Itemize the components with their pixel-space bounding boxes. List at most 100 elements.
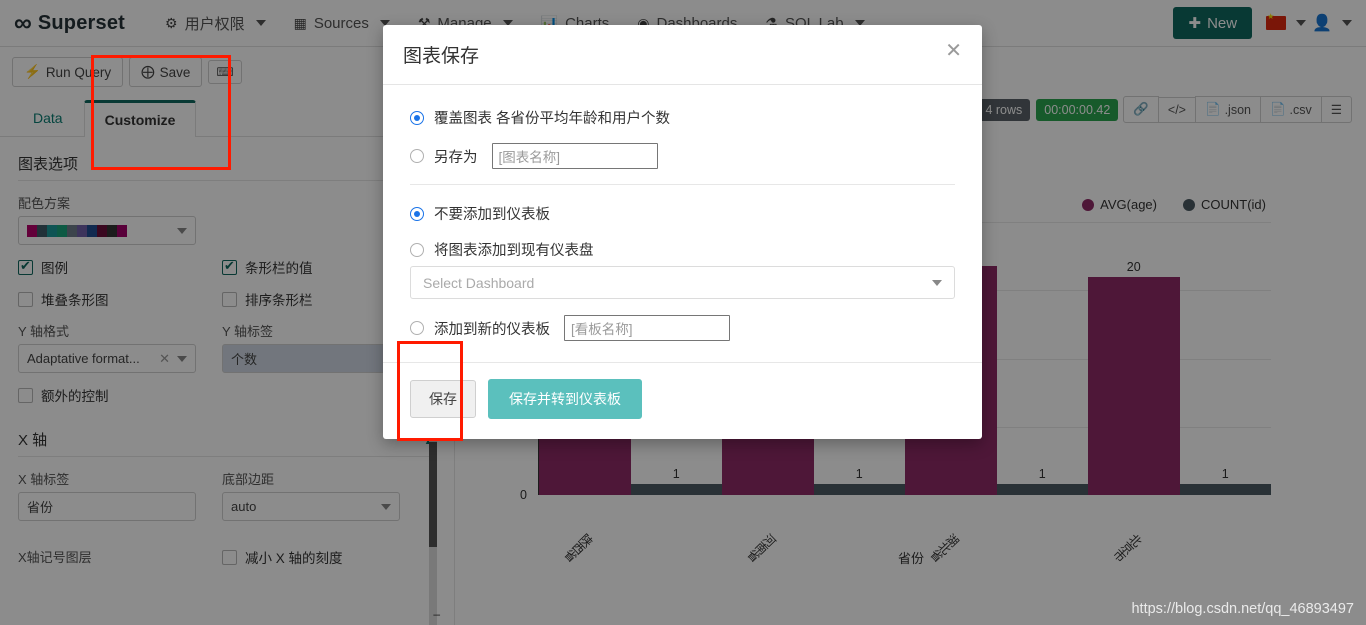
x-tick-layout-label: X轴记号图层 <box>18 550 92 565</box>
checkbox-extra-controls[interactable]: 额外的控制 <box>18 385 196 405</box>
embed-code-button[interactable]: </> <box>1157 96 1196 123</box>
radio-no-dashboard[interactable]: 不要添加到仪表板 <box>410 203 955 224</box>
section-title: X 轴 <box>18 432 48 449</box>
close-icon[interactable]: ✕ <box>945 41 962 61</box>
bottom-margin-select[interactable]: auto <box>222 492 400 521</box>
y-axis-format-label: Y 轴格式 <box>18 324 70 339</box>
chevron-down-icon <box>177 227 187 234</box>
chevron-down-icon[interactable] <box>1342 20 1352 26</box>
dashboard-select[interactable]: Select Dashboard <box>410 266 955 299</box>
radio-existing-dashboard[interactable]: 将图表添加到现有仪表盘 <box>410 239 955 260</box>
radio-label: 添加到新的仪表板 <box>434 321 550 338</box>
checkbox-sort-bars[interactable]: 排序条形栏 <box>222 289 400 309</box>
modal-save-button[interactable]: 保存 <box>410 380 476 418</box>
keyboard-shortcuts-button[interactable]: ⌨ <box>208 60 242 84</box>
panel-scrollbar-thumb[interactable] <box>429 442 437 547</box>
y-axis-label-field: Y 轴标签 个数 <box>222 309 400 373</box>
bolt-icon: ⚡ <box>24 64 41 79</box>
legend-label: AVG(age) <box>1100 197 1157 212</box>
checkbox-bar-values[interactable]: 条形栏的值 <box>222 257 400 277</box>
legend-color-dot <box>1183 198 1195 211</box>
section-chart-options[interactable]: 图表选项 <box>18 149 436 181</box>
share-link-button[interactable]: 🔗 <box>1123 96 1159 123</box>
nav-item-user-permissions[interactable]: ⚙ 用户权限 <box>151 0 280 47</box>
y-axis-label-input[interactable]: 个数 <box>222 344 400 373</box>
bar-avg-age[interactable]: 20 <box>1088 260 1180 495</box>
checkbox-icon <box>18 387 33 403</box>
legend-color-dot <box>1082 198 1095 211</box>
modal-save-and-goto-dashboard-button[interactable]: 保存并转到仪表板 <box>488 379 642 419</box>
chart-menu-button[interactable]: ☰ <box>1320 96 1352 123</box>
china-flag-icon[interactable] <box>1266 13 1287 30</box>
link-icon: 🔗 <box>1133 102 1149 116</box>
checkbox-label: 条形栏的值 <box>245 261 313 276</box>
checkbox-label: 图例 <box>41 261 68 276</box>
chevron-down-icon[interactable] <box>1296 20 1307 26</box>
y-axis-label-label: Y 轴标签 <box>222 324 274 339</box>
x-axis-label-input[interactable]: 省份 <box>18 492 196 521</box>
watermark: https://blog.csdn.net/qq_46893497 <box>1131 601 1354 617</box>
table-icon: ▦ <box>293 14 307 31</box>
run-query-label: Run Query <box>45 64 112 80</box>
checkbox-icon <box>18 291 33 307</box>
run-query-button[interactable]: ⚡ Run Query <box>12 57 124 87</box>
file-csv-icon: 📄 <box>1269 102 1286 116</box>
radio-icon <box>410 110 424 125</box>
export-csv-button[interactable]: 📄 .csv <box>1259 96 1322 123</box>
bar-count-id[interactable]: 1 <box>1179 467 1271 495</box>
checkbox-row-3: 额外的控制 <box>18 385 436 405</box>
chart-name-input[interactable]: [图表名称] <box>491 143 658 169</box>
tab-data[interactable]: Data <box>12 100 84 137</box>
checkbox-icon <box>222 258 237 275</box>
checkbox-reduce-x-ticks[interactable]: 减小 X 轴的刻度 <box>222 547 400 567</box>
bar-count-id[interactable]: 1 <box>813 467 905 495</box>
radio-icon <box>410 206 424 221</box>
brand[interactable]: ∞ Superset <box>14 8 126 37</box>
checkbox-row-1: 图例 条形栏的值 <box>18 257 436 277</box>
section-title: 图表选项 <box>18 156 79 173</box>
checkbox-stacked-bars[interactable]: 堆叠条形图 <box>18 289 196 309</box>
checkbox-icon <box>18 258 33 275</box>
modal-body: 覆盖图表 各省份平均年龄和用户个数 另存为 [图表名称] 不要添加到仪表板 将图… <box>383 85 982 362</box>
brand-name: Superset <box>37 11 126 34</box>
navbar-right-tools: 👤 <box>1266 13 1352 33</box>
radio-label: 覆盖图表 各省份平均年龄和用户个数 <box>434 111 671 127</box>
legend-item-avg-age[interactable]: AVG(age) <box>1082 197 1157 212</box>
y-axis-format-select[interactable]: Adaptative format... ✕ <box>18 344 196 373</box>
divider <box>410 184 955 185</box>
query-time-badge: 00:00:00.42 <box>1036 98 1119 121</box>
radio-overwrite-chart[interactable]: 覆盖图表 各省份平均年龄和用户个数 <box>410 107 955 128</box>
checkbox-icon <box>222 549 237 565</box>
infinity-logo-icon: ∞ <box>14 8 32 37</box>
bar-value-label: 1 <box>672 467 680 482</box>
save-button[interactable]: ⨁ Save <box>129 57 203 87</box>
color-scheme-select[interactable] <box>18 216 196 245</box>
tab-customize[interactable]: Customize <box>83 100 197 137</box>
export-json-button[interactable]: 📄 .json <box>1194 96 1261 123</box>
save-chart-modal: 图表保存 ✕ 覆盖图表 各省份平均年龄和用户个数 另存为 [图表名称] 不要添加… <box>383 25 982 439</box>
bar-count-id[interactable]: 1 <box>630 467 722 495</box>
section-x-axis[interactable]: X 轴 ▲ <box>18 425 436 457</box>
chart-toolbar: 4 rows 00:00:00.42 🔗 </> 📄 .json 📄 .csv … <box>977 96 1352 123</box>
nav-label: 用户权限 <box>184 15 245 33</box>
bar-value-label: 20 <box>1126 259 1141 274</box>
new-dashboard-name-input[interactable]: [看板名称] <box>564 315 730 341</box>
radio-save-as[interactable]: 另存为 [图表名称] <box>410 143 955 169</box>
x-axis-cut-row: X轴记号图层 减小 X 轴的刻度 <box>18 535 436 570</box>
minus-icon[interactable]: – <box>433 607 440 621</box>
bar-count-id[interactable]: 1 <box>996 467 1088 495</box>
radio-icon <box>410 321 424 335</box>
legend-item-count-id[interactable]: COUNT(id) <box>1183 197 1266 212</box>
dashboard-select-placeholder: Select Dashboard <box>423 274 535 291</box>
rows-badge: 4 rows <box>977 98 1031 121</box>
modal-header: 图表保存 ✕ <box>383 25 982 85</box>
export-csv-label: .csv <box>1289 102 1312 117</box>
plus-circle-icon: ⨁ <box>141 64 155 79</box>
user-icon[interactable]: 👤 <box>1312 13 1332 33</box>
modal-footer: 保存 保存并转到仪表板 <box>383 362 982 439</box>
radio-new-dashboard[interactable]: 添加到新的仪表板 [看板名称] <box>410 315 955 341</box>
x-axis-title: 省份 <box>897 551 924 566</box>
clear-icon[interactable]: ✕ <box>159 351 170 367</box>
checkbox-legend[interactable]: 图例 <box>18 257 196 277</box>
new-button[interactable]: ✚ New <box>1173 7 1253 39</box>
